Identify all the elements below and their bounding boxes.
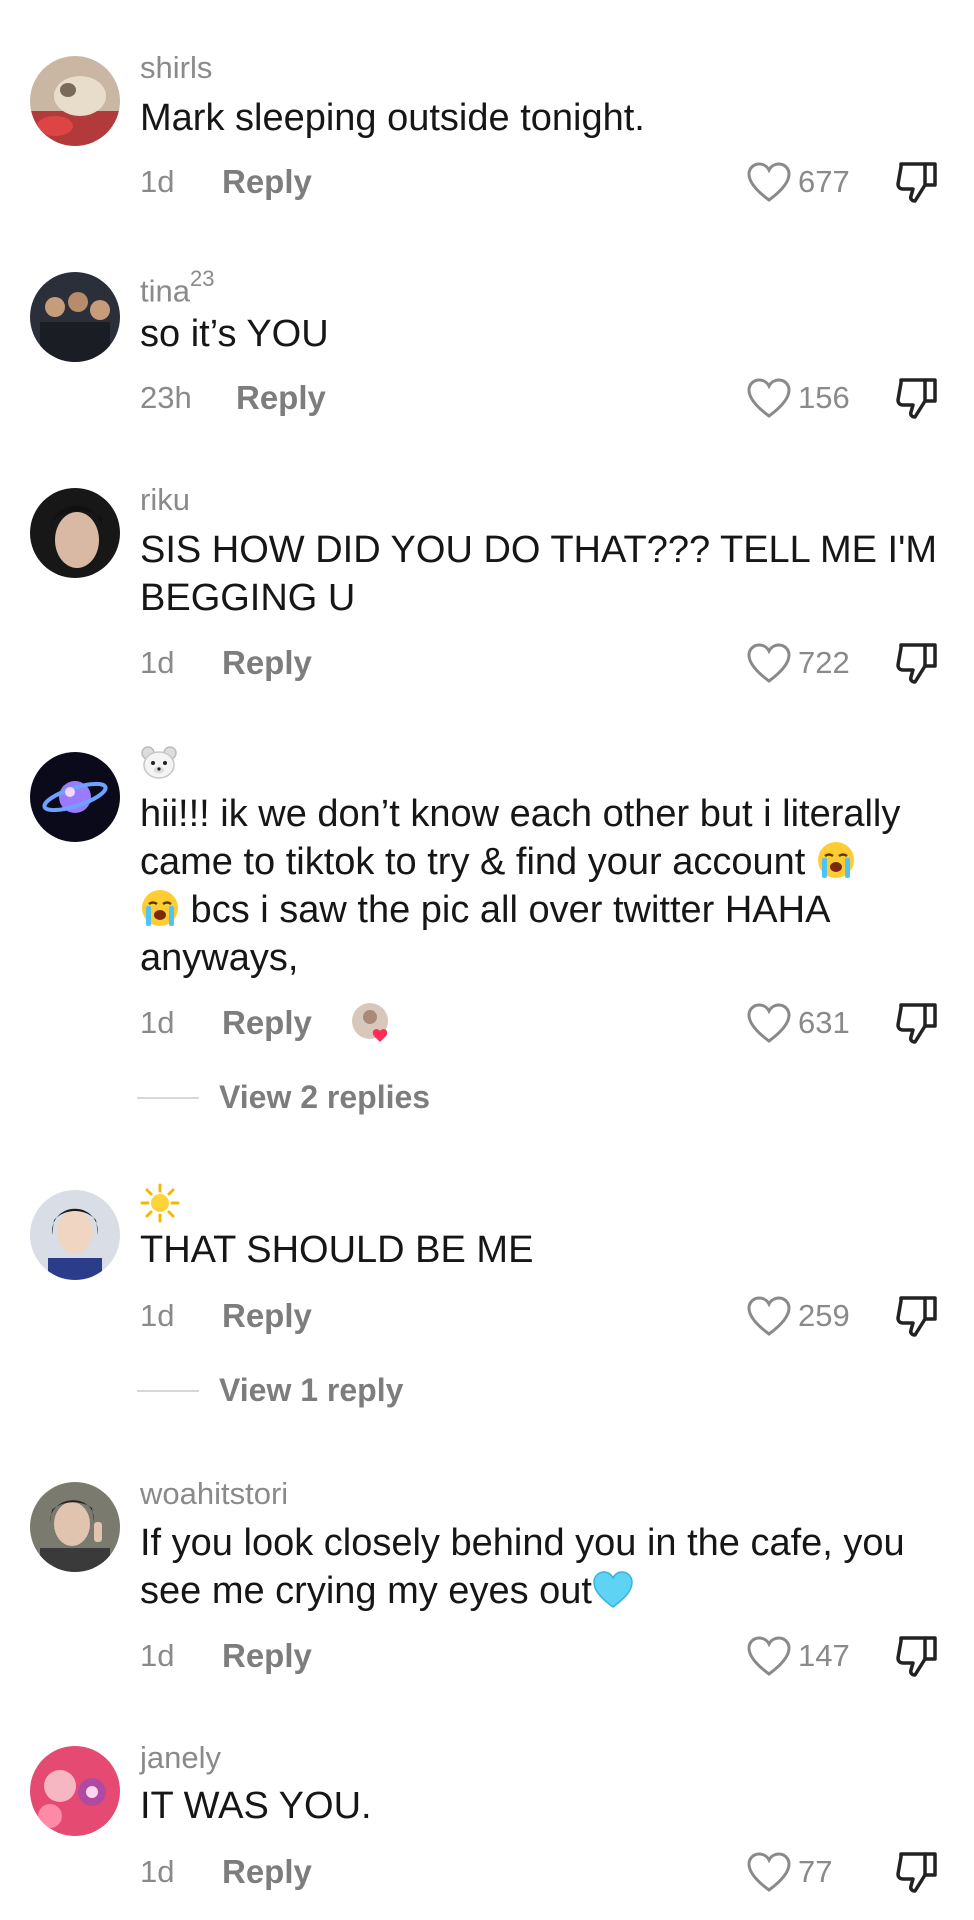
like-button[interactable]: 156 <box>746 376 850 420</box>
reply-button[interactable]: Reply <box>222 1852 312 1892</box>
username[interactable]: janely <box>140 1740 221 1776</box>
avatar[interactable] <box>30 1190 120 1280</box>
comment-text: THAT SHOULD BE ME <box>140 1229 534 1271</box>
timestamp: 1d <box>140 1638 175 1673</box>
timestamp: 1d <box>140 164 175 199</box>
thumbs-down-icon <box>896 1296 937 1337</box>
comment-text-line: anyways, <box>140 937 299 979</box>
heart-icon <box>747 162 791 202</box>
username[interactable] <box>140 745 178 789</box>
timestamp: 1d <box>140 1298 175 1333</box>
thumbs-down-icon <box>896 378 937 419</box>
polar-bear-emoji-icon <box>141 746 177 779</box>
view-replies-button[interactable]: View 2 replies <box>137 1079 430 1116</box>
comment-text: SIS HOW DID YOU DO THAT??? TELL ME I'M B… <box>140 526 940 622</box>
light-blue-heart-emoji-icon <box>593 1571 633 1608</box>
sun-emoji-icon <box>140 1183 180 1223</box>
like-button[interactable]: 677 <box>746 160 850 204</box>
timestamp: 23h <box>140 380 192 415</box>
timestamp: 1d <box>140 1005 175 1040</box>
like-button[interactable]: 77 <box>746 1850 832 1894</box>
view-replies-label: View 2 replies <box>219 1079 431 1115</box>
comment-text-line: see me crying my eyes out <box>140 1567 940 1615</box>
comment-text: Mark sleeping outside tonight. <box>140 97 645 139</box>
avatar[interactable] <box>30 272 120 362</box>
avatar[interactable] <box>30 1746 120 1836</box>
heart-icon <box>747 378 791 418</box>
reply-button[interactable]: Reply <box>222 643 312 683</box>
like-count: 156 <box>798 380 850 415</box>
comment-text-line: SIS HOW DID YOU DO THAT??? TELL ME I'M <box>140 529 937 571</box>
like-count: 631 <box>798 1005 850 1040</box>
loudly-crying-face-emoji-icon <box>817 842 854 878</box>
like-button[interactable]: 259 <box>746 1294 850 1338</box>
thumbs-down-icon <box>896 162 937 203</box>
comment-text-line: hii!!! ik we don’t know each other but i… <box>140 793 901 835</box>
loudly-crying-face-emoji-icon <box>142 890 178 926</box>
reply-button[interactable]: Reply <box>222 1636 312 1676</box>
comment-text: IT WAS YOU. <box>140 1785 372 1827</box>
thumbs-down-icon <box>896 1003 937 1044</box>
username[interactable]: woahitstori <box>140 1476 288 1512</box>
like-button[interactable]: 631 <box>746 1001 850 1045</box>
reply-button[interactable]: Reply <box>222 1003 312 1043</box>
username[interactable]: tina23 <box>140 265 214 309</box>
dislike-button[interactable] <box>895 375 939 421</box>
dislike-button[interactable] <box>895 1293 939 1339</box>
like-count: 259 <box>798 1298 850 1333</box>
like-button[interactable]: 722 <box>746 641 850 685</box>
dislike-button[interactable] <box>895 1000 939 1046</box>
divider <box>137 1096 199 1099</box>
like-count: 722 <box>798 645 850 680</box>
comment-text-line: If you look closely behind you in the ca… <box>140 1522 905 1564</box>
view-replies-label: View 1 reply <box>219 1372 404 1408</box>
dislike-button[interactable] <box>895 640 939 686</box>
username[interactable] <box>140 1183 180 1231</box>
comment-text: hii!!! ik we don’t know each other but i… <box>140 790 940 982</box>
reply-button[interactable]: Reply <box>222 162 312 202</box>
creator-liked-avatar <box>350 1001 398 1045</box>
comment-text-line: bcs i saw the pic all over twitter HAHA <box>140 886 940 934</box>
username[interactable]: riku <box>140 482 190 518</box>
comment-text: so it’s YOU <box>140 313 329 355</box>
reply-button[interactable]: Reply <box>222 1296 312 1336</box>
timestamp: 1d <box>140 645 175 680</box>
heart-icon <box>747 1636 791 1676</box>
thumbs-down-icon <box>896 1852 937 1893</box>
view-replies-button[interactable]: View 1 reply <box>137 1372 403 1409</box>
like-count: 677 <box>798 164 850 199</box>
avatar[interactable] <box>30 1482 120 1572</box>
heart-icon <box>747 1852 791 1892</box>
like-count: 77 <box>798 1854 833 1889</box>
reply-button[interactable]: Reply <box>236 378 326 418</box>
dislike-button[interactable] <box>895 1849 939 1895</box>
like-button[interactable]: 147 <box>746 1634 850 1678</box>
comment-text-line: BEGGING U <box>140 577 356 619</box>
heart-icon <box>747 1003 791 1043</box>
comment-text-line: came to tiktok to try & find your accoun… <box>140 838 940 886</box>
avatar[interactable] <box>30 56 120 146</box>
heart-icon <box>747 643 791 683</box>
comment-text: If you look closely behind you in the ca… <box>140 1519 940 1615</box>
thumbs-down-icon <box>896 643 937 684</box>
like-count: 147 <box>798 1638 850 1673</box>
avatar[interactable] <box>30 752 120 842</box>
heart-icon <box>747 1296 791 1336</box>
dislike-button[interactable] <box>895 1633 939 1679</box>
username[interactable]: shirls <box>140 50 212 86</box>
divider <box>137 1389 199 1392</box>
avatar[interactable] <box>30 488 120 578</box>
timestamp: 1d <box>140 1854 175 1889</box>
thumbs-down-icon <box>896 1636 937 1677</box>
dislike-button[interactable] <box>895 159 939 205</box>
